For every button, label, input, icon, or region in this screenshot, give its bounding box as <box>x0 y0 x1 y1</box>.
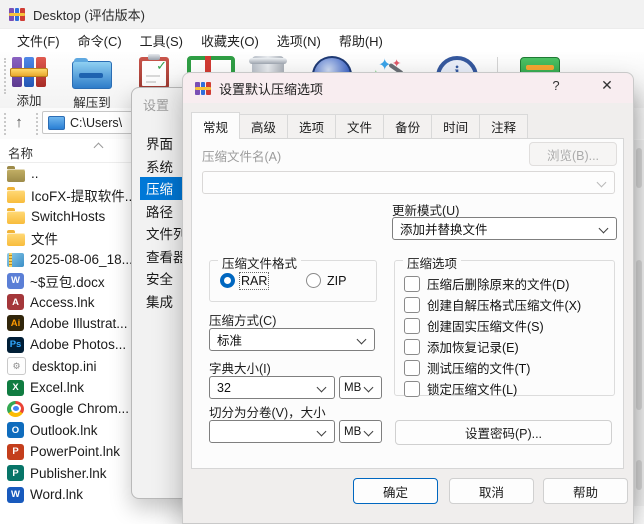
browse-button[interactable]: 浏览(B)... <box>529 142 617 166</box>
drive-icon <box>48 116 65 130</box>
vertical-scrollbar[interactable] <box>633 140 644 506</box>
sort-ascending-icon <box>94 143 104 153</box>
dialog-tabs: 常规 高级 选项 文件 备份 时间 注释 <box>191 112 528 139</box>
folder-icon <box>7 233 25 246</box>
menu-commands[interactable]: 命令(C) <box>69 29 131 52</box>
dialog-close-button[interactable]: ✕ <box>595 77 619 99</box>
volume-size-combo[interactable] <box>209 420 335 443</box>
delete-after-checkbox[interactable]: 压缩后删除原来的文件(D) <box>404 274 569 293</box>
word-icon: W <box>7 487 24 503</box>
tab-advanced[interactable]: 高级 <box>239 114 288 139</box>
menu-favorites[interactable]: 收藏夹(O) <box>192 29 268 52</box>
winrar-dialog-icon <box>195 82 211 95</box>
powerpoint-icon: P <box>7 444 24 460</box>
tab-time[interactable]: 时间 <box>431 114 480 139</box>
publisher-icon: P <box>7 465 24 481</box>
chrome-icon <box>7 401 24 417</box>
tab-general[interactable]: 常规 <box>191 112 240 139</box>
dictionary-unit-combo[interactable]: MB <box>339 376 382 399</box>
compression-method-label: 压缩方式(C) <box>209 310 276 329</box>
archive-name-combo[interactable] <box>202 171 615 194</box>
split-volumes-label: 切分为分卷(V)，大小 <box>209 402 326 421</box>
lock-archive-checkbox[interactable]: 锁定压缩文件(L) <box>404 379 517 398</box>
extract-to-button[interactable]: 解压到 <box>72 57 112 111</box>
name-column-header[interactable]: 名称 <box>8 143 33 162</box>
add-button[interactable]: 添加 <box>12 57 46 109</box>
menu-tools[interactable]: 工具(S) <box>131 29 192 52</box>
dialog-title: 设置默认压缩选项 <box>219 79 323 98</box>
illustrator-icon: Ai <box>7 315 24 331</box>
settings-clipboard-icon <box>139 57 169 89</box>
folder-icon <box>7 190 25 203</box>
settings-window-title: 设置 <box>143 95 169 114</box>
compression-method-combo[interactable]: 标准 <box>209 328 375 351</box>
toolbar-gripper[interactable] <box>4 58 6 94</box>
checkbox <box>404 339 420 355</box>
word-temp-icon: W <box>7 273 24 289</box>
checkbox <box>404 381 420 397</box>
dialog-help-button[interactable]: ? <box>545 78 567 98</box>
archive-image-icon <box>7 253 24 267</box>
dictionary-size-combo[interactable]: 32 <box>209 376 335 399</box>
address-path: C:\Users\ <box>70 116 122 130</box>
checkbox <box>404 297 420 313</box>
menu-help[interactable]: 帮助(H) <box>330 29 392 52</box>
winrar-app-icon <box>9 8 25 21</box>
volume-unit-combo[interactable]: MB <box>339 420 382 443</box>
sfx-checkbox[interactable]: 创建自解压格式压缩文件(X) <box>404 295 581 314</box>
checkbox <box>404 318 420 334</box>
winrar-main-window: Desktop (评估版本) 文件(F) 命令(C) 工具(S) 收藏夹(O) … <box>0 0 644 506</box>
address-gripper[interactable] <box>36 113 38 135</box>
outlook-icon: O <box>7 422 24 438</box>
main-titlebar: Desktop (评估版本) <box>0 0 644 29</box>
general-tab-page: 压缩文件名(A) 浏览(B)... 更新模式(U) 添加并替换文件 压缩文件格式… <box>191 138 624 469</box>
archive-format-group: 压缩文件格式 RAR ZIP <box>209 260 377 302</box>
test-files-checkbox[interactable]: 测试压缩的文件(T) <box>404 358 530 377</box>
help-button[interactable]: 帮助 <box>543 478 628 504</box>
main-window-title: Desktop (评估版本) <box>33 5 145 24</box>
menubar: 文件(F) 命令(C) 工具(S) 收藏夹(O) 选项(N) 帮助(H) <box>0 29 644 52</box>
menu-file[interactable]: 文件(F) <box>8 29 69 52</box>
access-icon: A <box>7 294 24 310</box>
extract-folder-icon <box>72 61 112 89</box>
add-archive-icon <box>12 57 46 87</box>
cancel-button[interactable]: 取消 <box>449 478 534 504</box>
ini-file-icon: ⚙ <box>7 357 26 375</box>
compression-options-group: 压缩选项 压缩后删除原来的文件(D) 创建自解压格式压缩文件(X) 创建固实压缩… <box>394 260 615 396</box>
archive-name-label: 压缩文件名(A) <box>202 146 281 165</box>
compression-options-dialog: 设置默认压缩选项 ? ✕ 常规 高级 选项 文件 备份 时间 注释 压缩文件名(… <box>182 72 634 524</box>
up-directory-button[interactable]: ↑ <box>8 111 30 133</box>
zip-radio[interactable]: ZIP <box>306 273 346 288</box>
checkbox <box>404 276 420 292</box>
radio-dot <box>220 273 235 288</box>
checkbox <box>404 360 420 376</box>
recovery-record-checkbox[interactable]: 添加恢复记录(E) <box>404 337 519 356</box>
excel-icon: X <box>7 380 24 396</box>
menu-options[interactable]: 选项(N) <box>268 29 330 52</box>
tab-options[interactable]: 选项 <box>287 114 336 139</box>
photoshop-icon: Ps <box>7 337 24 353</box>
update-mode-combo[interactable]: 添加并替换文件 <box>392 217 617 240</box>
tab-comment[interactable]: 注释 <box>479 114 528 139</box>
parent-folder-icon <box>7 169 25 182</box>
dictionary-size-label: 字典大小(I) <box>209 358 271 377</box>
folder-icon <box>7 211 25 224</box>
tab-files[interactable]: 文件 <box>335 114 384 139</box>
solid-checkbox[interactable]: 创建固实压缩文件(S) <box>404 316 544 335</box>
set-password-button[interactable]: 设置密码(P)... <box>395 420 612 445</box>
rar-radio[interactable]: RAR <box>220 273 267 288</box>
radio-dot <box>306 273 321 288</box>
tab-backup[interactable]: 备份 <box>383 114 432 139</box>
ok-button[interactable]: 确定 <box>353 478 438 504</box>
address-gripper[interactable] <box>4 113 6 135</box>
